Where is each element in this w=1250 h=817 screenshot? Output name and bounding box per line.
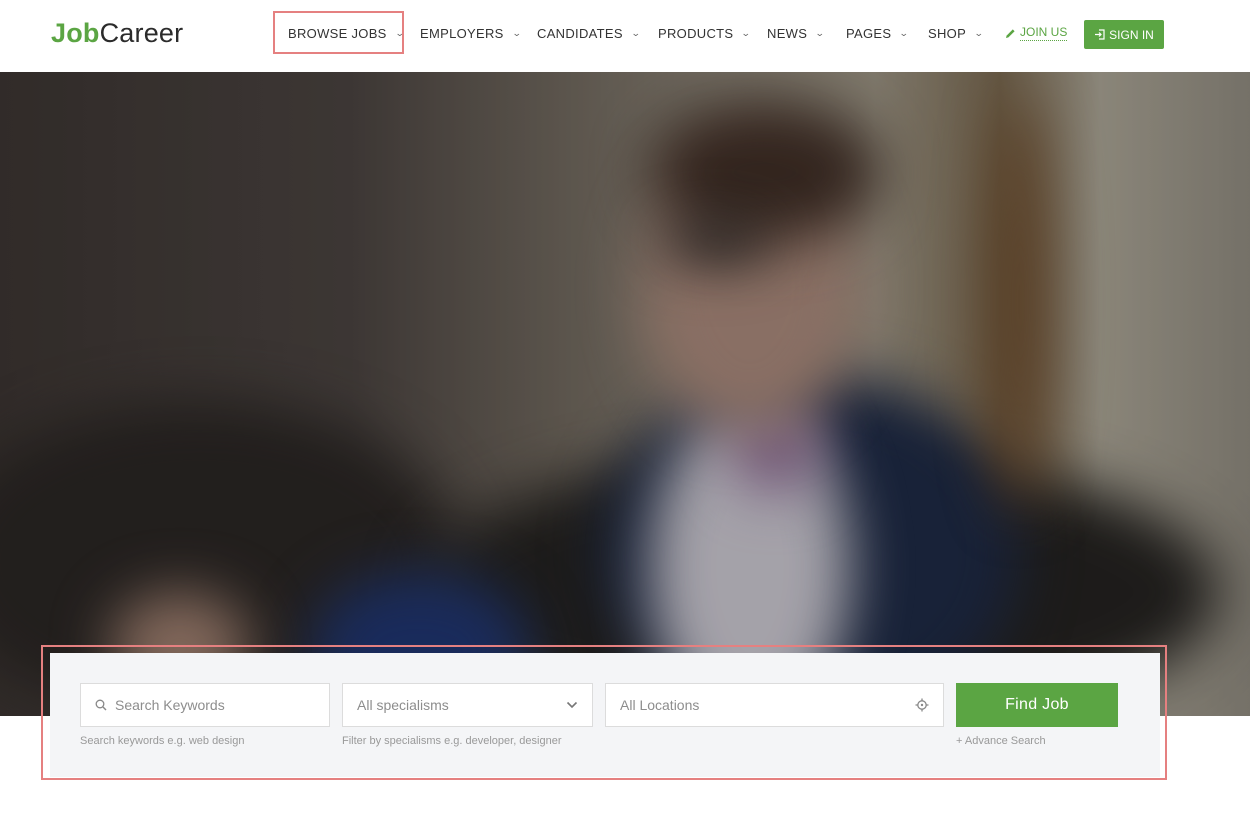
logo[interactable]: JobCareer [51,16,183,50]
specialisms-value: All specialisms [357,697,449,713]
find-job-button[interactable]: Find Job [956,683,1118,727]
nav-news[interactable]: NEWS ⌄ [767,24,826,42]
advance-search-link[interactable]: + Advance Search [956,735,1046,747]
nav-candidates[interactable]: CANDIDATES ⌄ [537,24,640,42]
chevron-down-icon: ⌄ [741,27,752,38]
hero-image [0,72,1250,716]
pencil-icon [1006,28,1015,38]
specialisms-select[interactable]: All specialisms [342,683,593,727]
logo-part-career: Career [99,18,184,48]
join-us-link[interactable]: JOIN US [1005,25,1068,41]
search-keywords-input[interactable]: Search Keywords [80,683,330,727]
search-keywords-placeholder: Search Keywords [115,697,225,713]
nav-pages-label: PAGES [846,25,892,41]
locations-placeholder: All Locations [620,697,700,713]
specialisms-hint: Filter by specialisms e.g. developer, de… [342,735,562,747]
nav-shop-label: SHOP [928,25,967,41]
chevron-down-icon: ⌄ [973,27,985,38]
nav-shop[interactable]: SHOP ⌄ [928,24,985,42]
nav-candidates-label: CANDIDATES [537,25,623,41]
logo-part-job: Job [51,18,100,48]
chevron-down-icon: ⌄ [899,27,910,38]
nav-employers-label: EMPLOYERS [420,25,504,41]
nav-products-label: PRODUCTS [658,25,734,41]
join-us-label: JOIN US [1020,25,1068,41]
find-job-label: Find Job [1005,696,1069,713]
sign-in-icon [1095,29,1105,40]
crosshair-icon[interactable] [915,698,929,712]
sign-in-button[interactable]: SIGN IN [1084,20,1164,49]
site-header: JobCareer BROWSE JOBS ⌄ EMPLOYERS ⌄ CANDID… [0,0,1250,72]
nav-pages[interactable]: PAGES ⌄ [846,24,910,42]
chevron-down-icon: ⌄ [511,27,522,38]
chevron-down-icon: ⌄ [815,27,826,38]
sign-in-label: SIGN IN [1109,27,1154,42]
search-icon [95,699,107,711]
chevron-down-icon: ⌄ [630,27,641,38]
search-keywords-hint: Search keywords e.g. web design [80,735,245,747]
nav-products[interactable]: PRODUCTS ⌄ [658,24,752,42]
nav-highlight-box [273,11,404,54]
locations-input[interactable]: All Locations [605,683,944,727]
chevron-down-icon [566,701,578,709]
nav-news-label: NEWS [767,25,808,41]
nav-employers[interactable]: EMPLOYERS ⌄ [420,24,522,42]
